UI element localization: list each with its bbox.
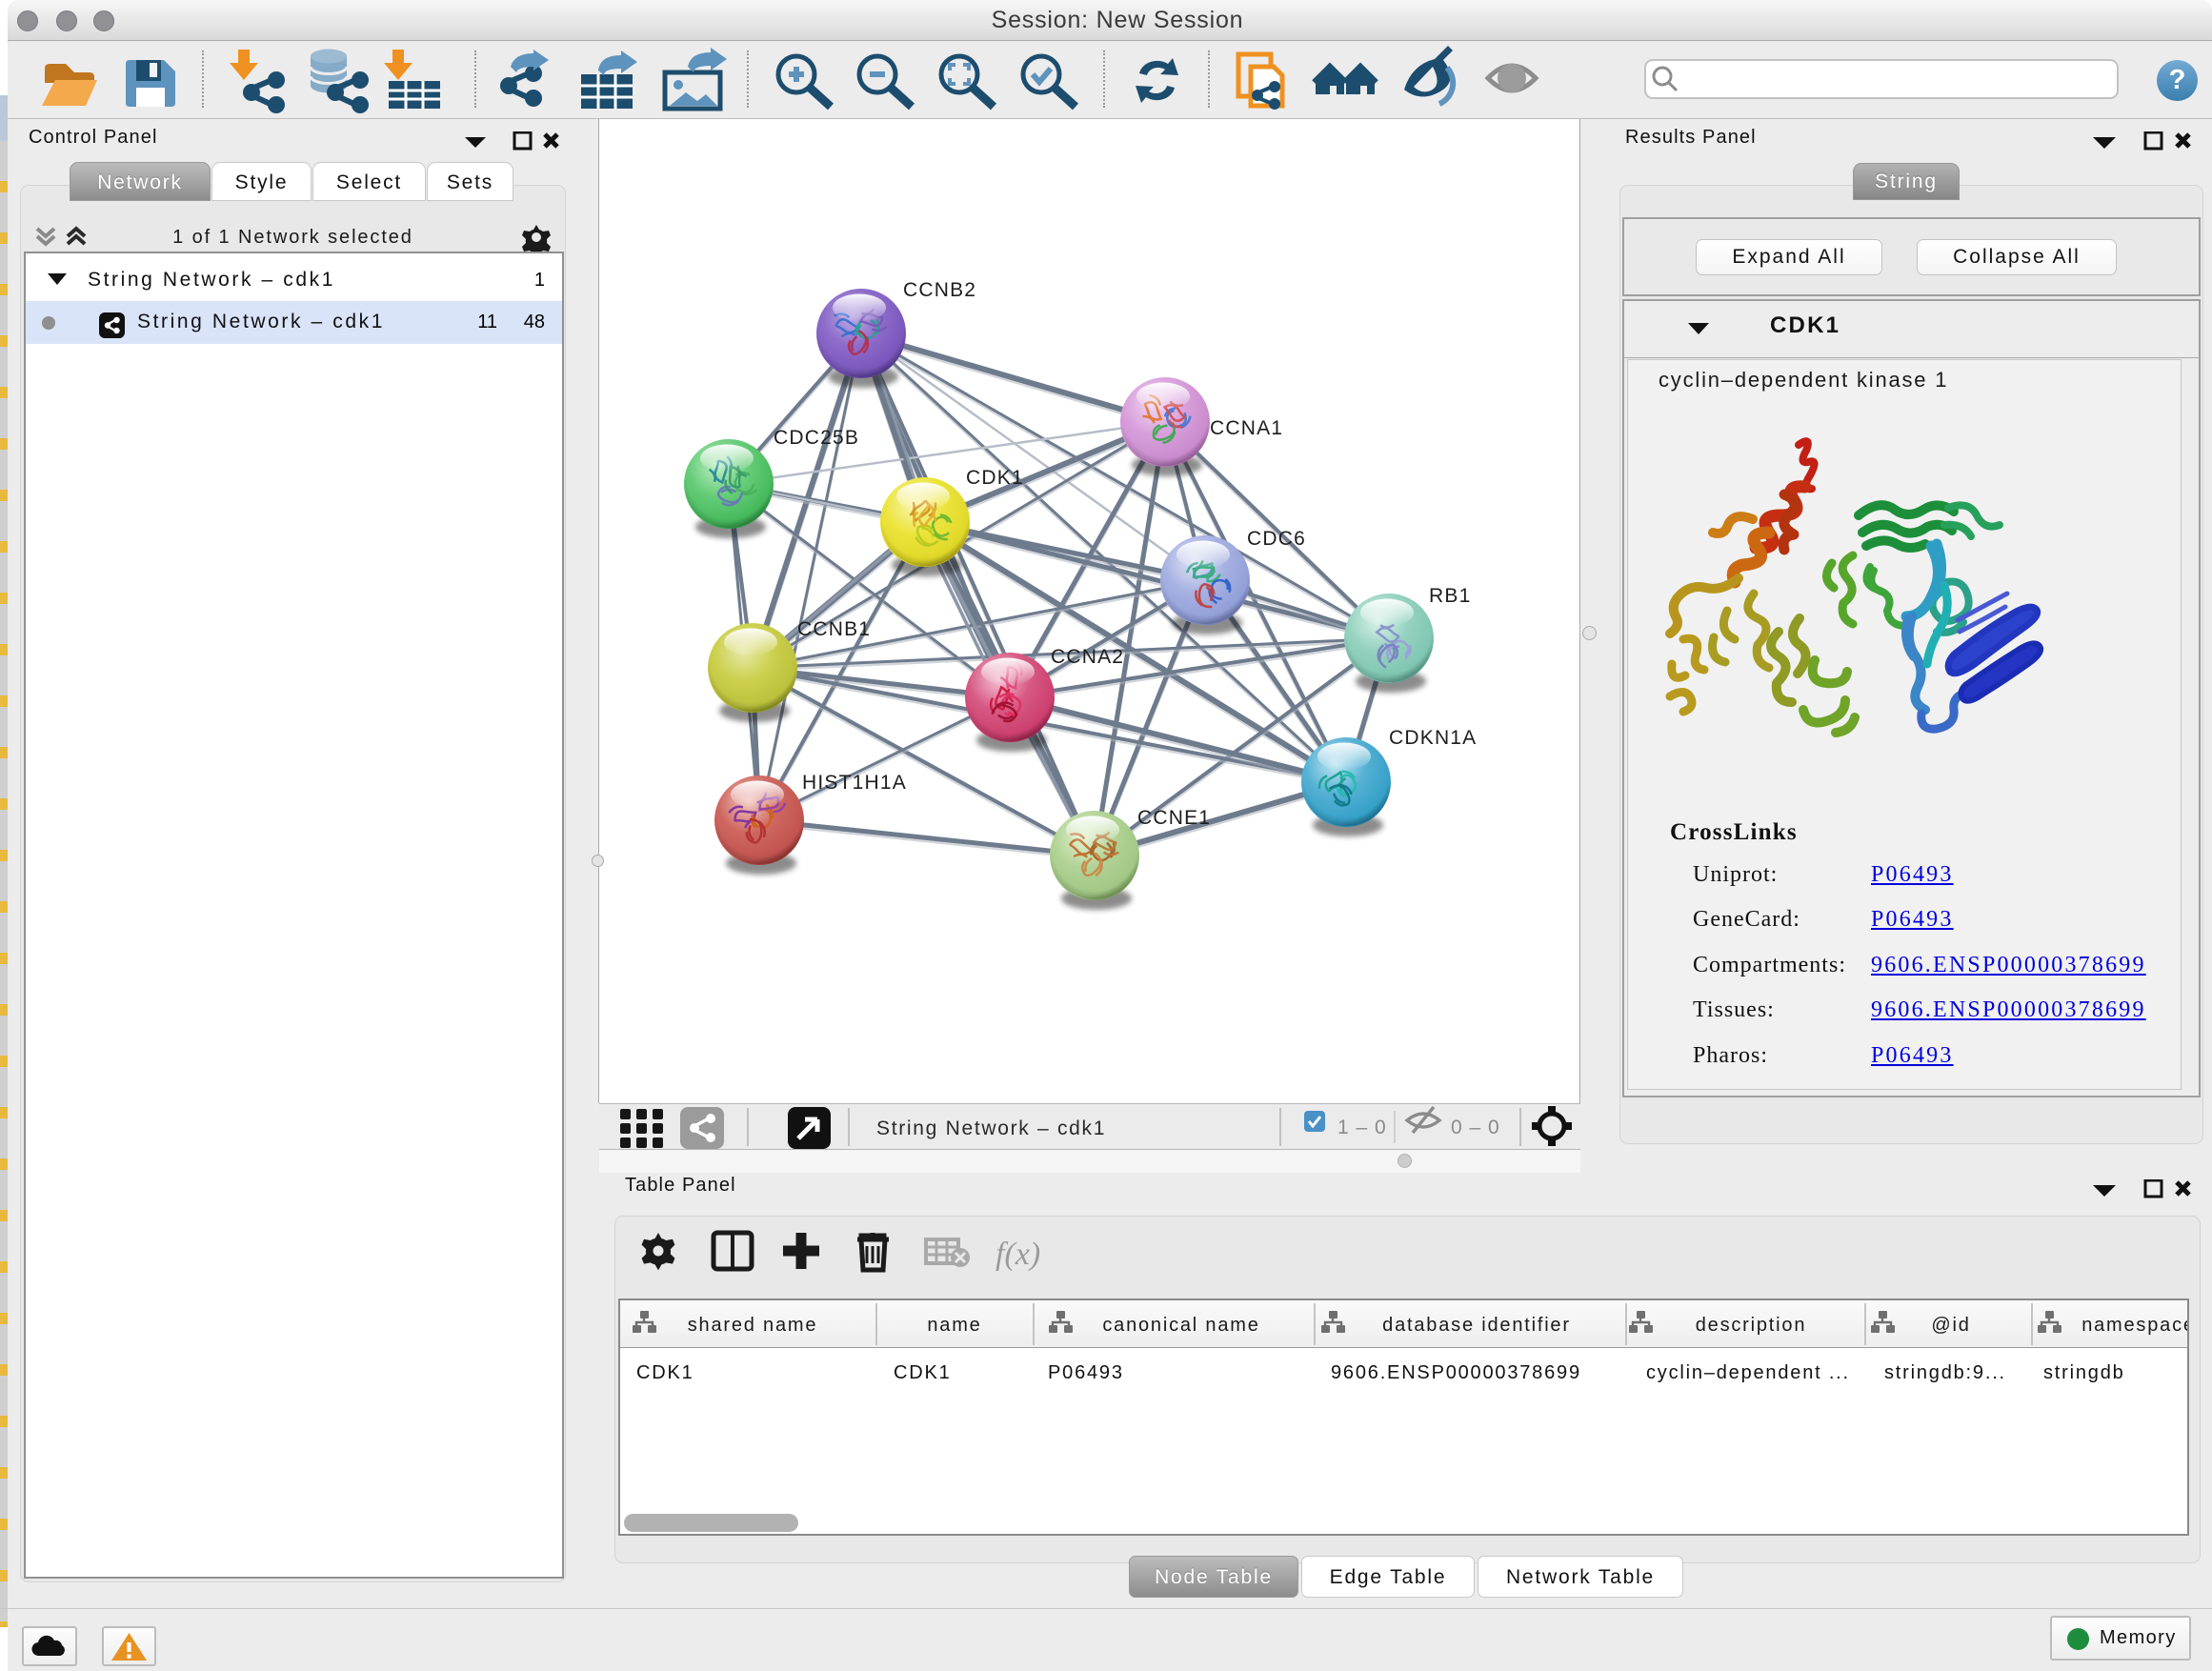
svg-text:canonical name: canonical name — [1102, 1315, 1259, 1336]
svg-text:CDKN1A: CDKN1A — [1389, 727, 1477, 749]
svg-text:1 – 0: 1 – 0 — [1337, 1117, 1387, 1138]
svg-text:CCNB1: CCNB1 — [797, 618, 871, 640]
svg-text:CDC25B: CDC25B — [774, 427, 859, 449]
svg-text:database identifier: database identifier — [1382, 1315, 1571, 1336]
svg-text:CDC6: CDC6 — [1247, 528, 1306, 550]
svg-text:shared name: shared name — [688, 1315, 818, 1336]
svg-text:CCNA2: CCNA2 — [1051, 646, 1124, 668]
svg-text:CDK1: CDK1 — [636, 1362, 694, 1383]
svg-text:RB1: RB1 — [1429, 585, 1471, 607]
svg-text:name: name — [927, 1315, 981, 1336]
svg-text:P06493: P06493 — [1048, 1362, 1124, 1383]
svg-text:CCNA1: CCNA1 — [1210, 417, 1283, 439]
svg-text:namespace: namespace — [2081, 1315, 2187, 1336]
svg-text:f(x): f(x) — [995, 1237, 1040, 1272]
svg-text:HIST1H1A: HIST1H1A — [802, 772, 907, 794]
svg-text:stringdb: stringdb — [2043, 1362, 2125, 1383]
svg-text:9606.ENSP00000378699: 9606.ENSP00000378699 — [1331, 1362, 1581, 1383]
svg-text:CCNE1: CCNE1 — [1137, 807, 1211, 829]
svg-text:cyclin–dependent ...: cyclin–dependent ... — [1646, 1362, 1850, 1383]
svg-text:String Network – cdk1: String Network – cdk1 — [876, 1117, 1106, 1139]
svg-text:CCNB2: CCNB2 — [903, 279, 976, 301]
svg-text:CDK1: CDK1 — [966, 467, 1024, 489]
svg-text:stringdb:9...: stringdb:9... — [1884, 1362, 2006, 1383]
svg-text:description: description — [1696, 1315, 1807, 1336]
svg-text:0 – 0: 0 – 0 — [1451, 1117, 1500, 1138]
svg-text:@id: @id — [1931, 1315, 1970, 1336]
svg-text:CDK1: CDK1 — [894, 1362, 952, 1383]
